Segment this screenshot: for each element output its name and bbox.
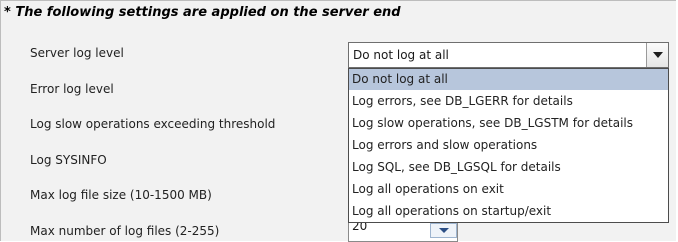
dropdown-option[interactable]: Do not log at all [349,69,668,90]
dropdown-option[interactable]: Log errors and slow operations [349,135,668,156]
max-log-files-label: Max number of log files (2-255) [30,224,220,238]
server-settings-panel: * The following settings are applied on … [0,0,676,242]
server-log-level-label: Server log level [30,46,124,60]
dropdown-option[interactable]: Log slow operations, see DB_LGSTM for de… [349,113,668,134]
dropdown-option[interactable]: Log all operations on startup/exit [349,201,668,222]
chevron-down-icon [439,228,449,233]
max-log-files-spinner[interactable]: 20 [348,219,458,242]
dropdown-option[interactable]: Log SQL, see DB_LGSQL for details [349,157,668,178]
spinner-down-button[interactable] [430,223,457,238]
server-log-level-select[interactable]: Do not log at all [348,42,669,68]
max-log-file-size-label: Max log file size (10-1500 MB) [30,188,212,202]
section-header: * The following settings are applied on … [4,5,401,20]
chevron-down-icon [653,52,663,58]
log-slow-operations-label: Log slow operations exceeding threshold [30,117,276,131]
dropdown-option[interactable]: Log all operations on exit [349,179,668,200]
server-log-level-dropdown: Do not log at all Log errors, see DB_LGE… [348,68,669,223]
error-log-level-label: Error log level [30,82,114,96]
dropdown-arrow-button[interactable] [646,43,668,67]
log-sysinfo-label: Log SYSINFO [30,153,107,167]
dropdown-option[interactable]: Log errors, see DB_LGERR for details [349,91,668,112]
server-log-level-value: Do not log at all [353,48,449,62]
